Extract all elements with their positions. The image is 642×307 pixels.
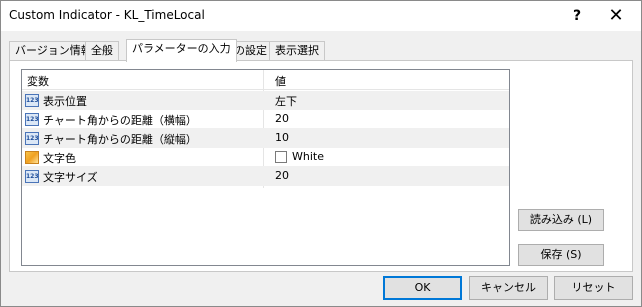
param-name: 文字サイズ xyxy=(43,171,98,184)
window-title: Custom Indicator - KL_TimeLocal xyxy=(9,8,205,22)
header-value: 値 xyxy=(275,75,286,88)
load-button[interactable]: 読み込み (L) xyxy=(518,209,604,231)
param-value[interactable]: 10 xyxy=(275,131,289,144)
table-row[interactable]: 123 文字サイズ 20 xyxy=(22,167,509,186)
color-param-icon xyxy=(25,151,39,164)
color-swatch[interactable] xyxy=(275,151,287,163)
help-icon[interactable]: ? xyxy=(566,5,588,27)
table-header: 変数 値 xyxy=(22,70,509,90)
cancel-button[interactable]: キャンセル xyxy=(469,276,548,300)
tab-parameters[interactable]: パラメーターの入力 xyxy=(126,39,237,62)
close-icon[interactable]: ✕ xyxy=(601,3,631,29)
number-param-icon: 123 xyxy=(25,170,39,183)
reset-button[interactable]: リセット xyxy=(554,276,633,300)
custom-indicator-dialog: Custom Indicator - KL_TimeLocal ? ✕ バージョ… xyxy=(0,0,642,307)
header-variable: 変数 xyxy=(27,75,49,88)
table-row[interactable]: 123 チャート角からの距離（縦幅） 10 xyxy=(22,129,509,148)
param-value[interactable]: 20 xyxy=(275,112,289,125)
param-name: 文字色 xyxy=(43,152,76,165)
table-row[interactable]: 123 チャート角からの距離（横幅） 20 xyxy=(22,110,509,129)
param-value[interactable]: White xyxy=(292,150,324,163)
table-row[interactable]: 123 表示位置 左下 xyxy=(22,91,509,110)
save-button[interactable]: 保存 (S) xyxy=(518,244,604,266)
tab-visualization[interactable]: 表示選択 xyxy=(269,41,325,61)
param-name: チャート角からの距離（横幅） xyxy=(43,114,197,127)
ok-button[interactable]: OK xyxy=(383,276,462,300)
table-row[interactable]: 文字色 White xyxy=(22,148,509,167)
param-value[interactable]: 左下 xyxy=(275,93,297,109)
param-name: 表示位置 xyxy=(43,95,87,108)
number-param-icon: 123 xyxy=(25,132,39,145)
param-value[interactable]: 20 xyxy=(275,169,289,182)
number-param-icon: 123 xyxy=(25,94,39,107)
tab-general[interactable]: 全般 xyxy=(85,41,119,61)
parameters-table[interactable]: 変数 値 123 表示位置 左下 123 チャート角からの距離（横幅） 20 1… xyxy=(21,69,510,266)
tab-panel-parameters: 変数 値 123 表示位置 左下 123 チャート角からの距離（横幅） 20 1… xyxy=(9,60,633,272)
number-param-icon: 123 xyxy=(25,113,39,126)
title-bar[interactable]: Custom Indicator - KL_TimeLocal ? ✕ xyxy=(1,1,641,31)
param-name: チャート角からの距離（縦幅） xyxy=(43,133,197,146)
